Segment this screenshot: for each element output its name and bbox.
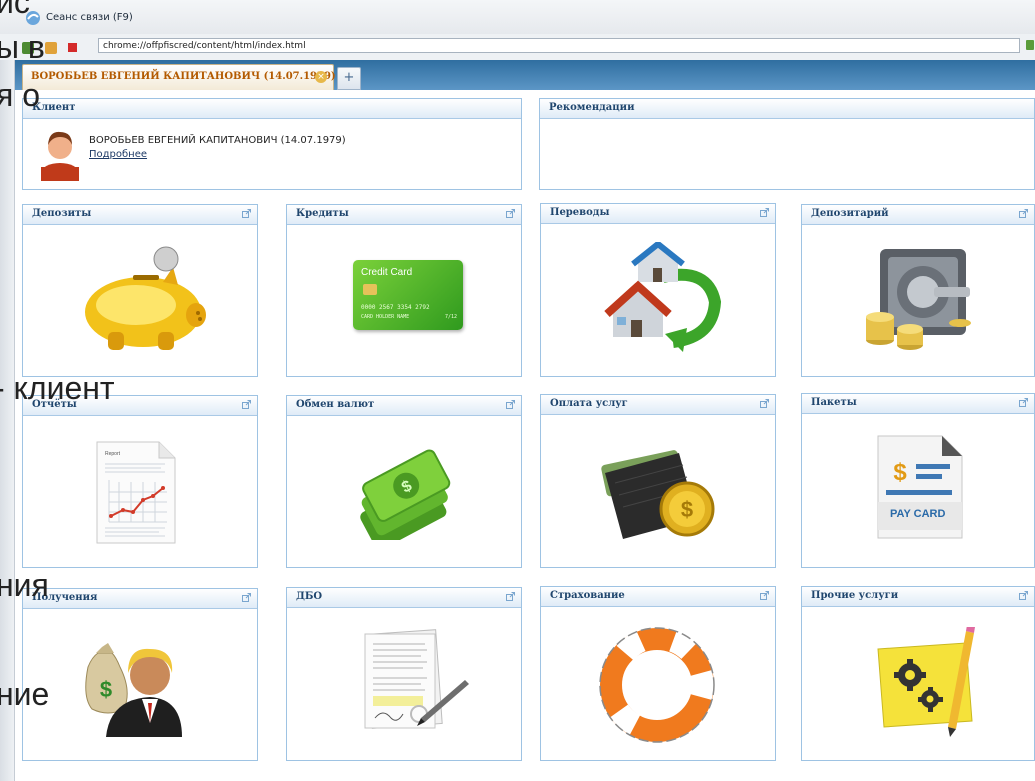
tile-title: ДБО (296, 591, 323, 602)
external-link-icon[interactable] (506, 592, 515, 601)
report-document-icon: Report (95, 440, 177, 545)
overlay-text: ис (0, 0, 30, 20)
tile-packages[interactable]: Пакеты $ PAY CARD (801, 393, 1035, 568)
window-title-bar: Сеанс связи (F9) (0, 0, 1035, 35)
external-link-icon[interactable] (506, 209, 515, 218)
overlay-text: - клиент (0, 370, 115, 406)
external-link-icon[interactable] (242, 593, 251, 602)
client-panel: Клиент ВОРОБЬЕВ ЕВГЕНИЙ КАПИТАНОВИЧ (14.… (22, 98, 522, 190)
overlay-text: ния (0, 567, 49, 603)
panel-title: Рекомендации (549, 102, 635, 113)
svg-text:$: $ (893, 459, 907, 486)
external-link-icon[interactable] (506, 400, 515, 409)
tab-client[interactable]: ВОРОБЬЕВ ЕВГЕНИЙ КАПИТАНОВИЧ (14.07.1979… (22, 64, 336, 90)
tile-title: Переводы (550, 207, 610, 218)
piggy-bank-icon (85, 246, 206, 350)
tile-title: Пакеты (811, 397, 857, 408)
chip-icon (363, 284, 377, 295)
tile-credits[interactable]: Кредиты Credit Card 0000 2567 3354 2792 … (286, 204, 522, 377)
new-tab-button[interactable]: + (337, 67, 361, 90)
credit-card-icon: Credit Card 0000 2567 3354 2792 CARD HOL… (353, 260, 463, 330)
money-bills-icon: $ (360, 449, 451, 540)
tile-deposits[interactable]: Депозиты (22, 204, 258, 377)
tile-remote-banking[interactable]: ДБО (286, 587, 522, 761)
safe-coins-icon (866, 249, 971, 350)
card-expiry: 7/12 (445, 314, 458, 320)
wallet-coin-icon: $ (601, 450, 715, 539)
tile-receipts[interactable]: Получения $ (22, 588, 258, 761)
tile-currency-exchange[interactable]: Обмен валют $ (286, 395, 522, 568)
svg-text:$: $ (681, 497, 693, 522)
go-icon[interactable] (1026, 40, 1034, 50)
tile-title: Депозитарий (811, 208, 889, 219)
tile-transfers[interactable]: Переводы (540, 203, 776, 377)
card-number: 0000 2567 3354 2792 (361, 304, 430, 311)
tile-title: Депозиты (32, 208, 92, 219)
close-icon[interactable]: × (315, 71, 327, 83)
tile-title: Прочие услуги (811, 590, 899, 601)
external-link-icon[interactable] (242, 209, 251, 218)
external-link-icon[interactable] (760, 591, 769, 600)
svg-text:$: $ (100, 677, 112, 702)
tile-title: Обмен валют (296, 399, 375, 410)
user-avatar-icon (41, 131, 79, 181)
tile-other-services[interactable]: Прочие услуги (801, 586, 1035, 761)
tile-title: Страхование (550, 590, 625, 601)
external-link-icon[interactable] (1019, 398, 1028, 407)
window-left-border (0, 60, 15, 781)
tile-title: Оплата услуг (550, 398, 628, 409)
stop-icon[interactable] (68, 43, 78, 52)
paycard-label: PAY CARD (890, 508, 946, 520)
client-details-link[interactable]: Подробнее (89, 149, 147, 160)
tile-title: Кредиты (296, 208, 349, 219)
card-title: Credit Card (361, 267, 413, 278)
overlay-text: ние (0, 676, 50, 712)
panel-header: Клиент (23, 99, 521, 119)
external-link-icon[interactable] (760, 399, 769, 408)
gears-pencil-icon (877, 627, 975, 737)
tile-reports[interactable]: Отчёты Report (22, 395, 258, 568)
life-buoy-icon (599, 627, 715, 743)
recommendations-panel: Рекомендации (539, 98, 1035, 190)
external-link-icon[interactable] (1019, 209, 1028, 218)
report-title: Report (105, 451, 121, 457)
transfer-houses-icon (604, 242, 722, 352)
forward-icon[interactable] (45, 41, 58, 54)
tab-label: ВОРОБЬЕВ ЕВГЕНИЙ КАПИТАНОВИЧ (14.07.1979… (31, 71, 336, 82)
external-link-icon[interactable] (760, 208, 769, 217)
tile-depositary[interactable]: Депозитарий (801, 204, 1035, 377)
external-link-icon[interactable] (1019, 591, 1028, 600)
overlay-text: ы в (0, 29, 45, 65)
external-link-icon[interactable] (242, 400, 251, 409)
window-title: Сеанс связи (F9) (46, 12, 133, 23)
overlay-text: я о (0, 77, 41, 113)
client-name: ВОРОБЬЕВ ЕВГЕНИЙ КАПИТАНОВИЧ (14.07.1979… (89, 135, 346, 146)
tile-insurance[interactable]: Страхование (540, 586, 776, 761)
tile-bill-payment[interactable]: Оплата услуг $ (540, 394, 776, 568)
signed-contract-icon (364, 629, 469, 729)
money-bag-man-icon: $ (85, 643, 182, 737)
card-holder: CARD HOLDER NAME (361, 314, 410, 320)
panel-header: Рекомендации (540, 99, 1034, 119)
paycard-icon: $ PAY CARD (872, 434, 968, 544)
url-field[interactable]: chrome://offpfiscred/content/html/index.… (98, 38, 1020, 53)
